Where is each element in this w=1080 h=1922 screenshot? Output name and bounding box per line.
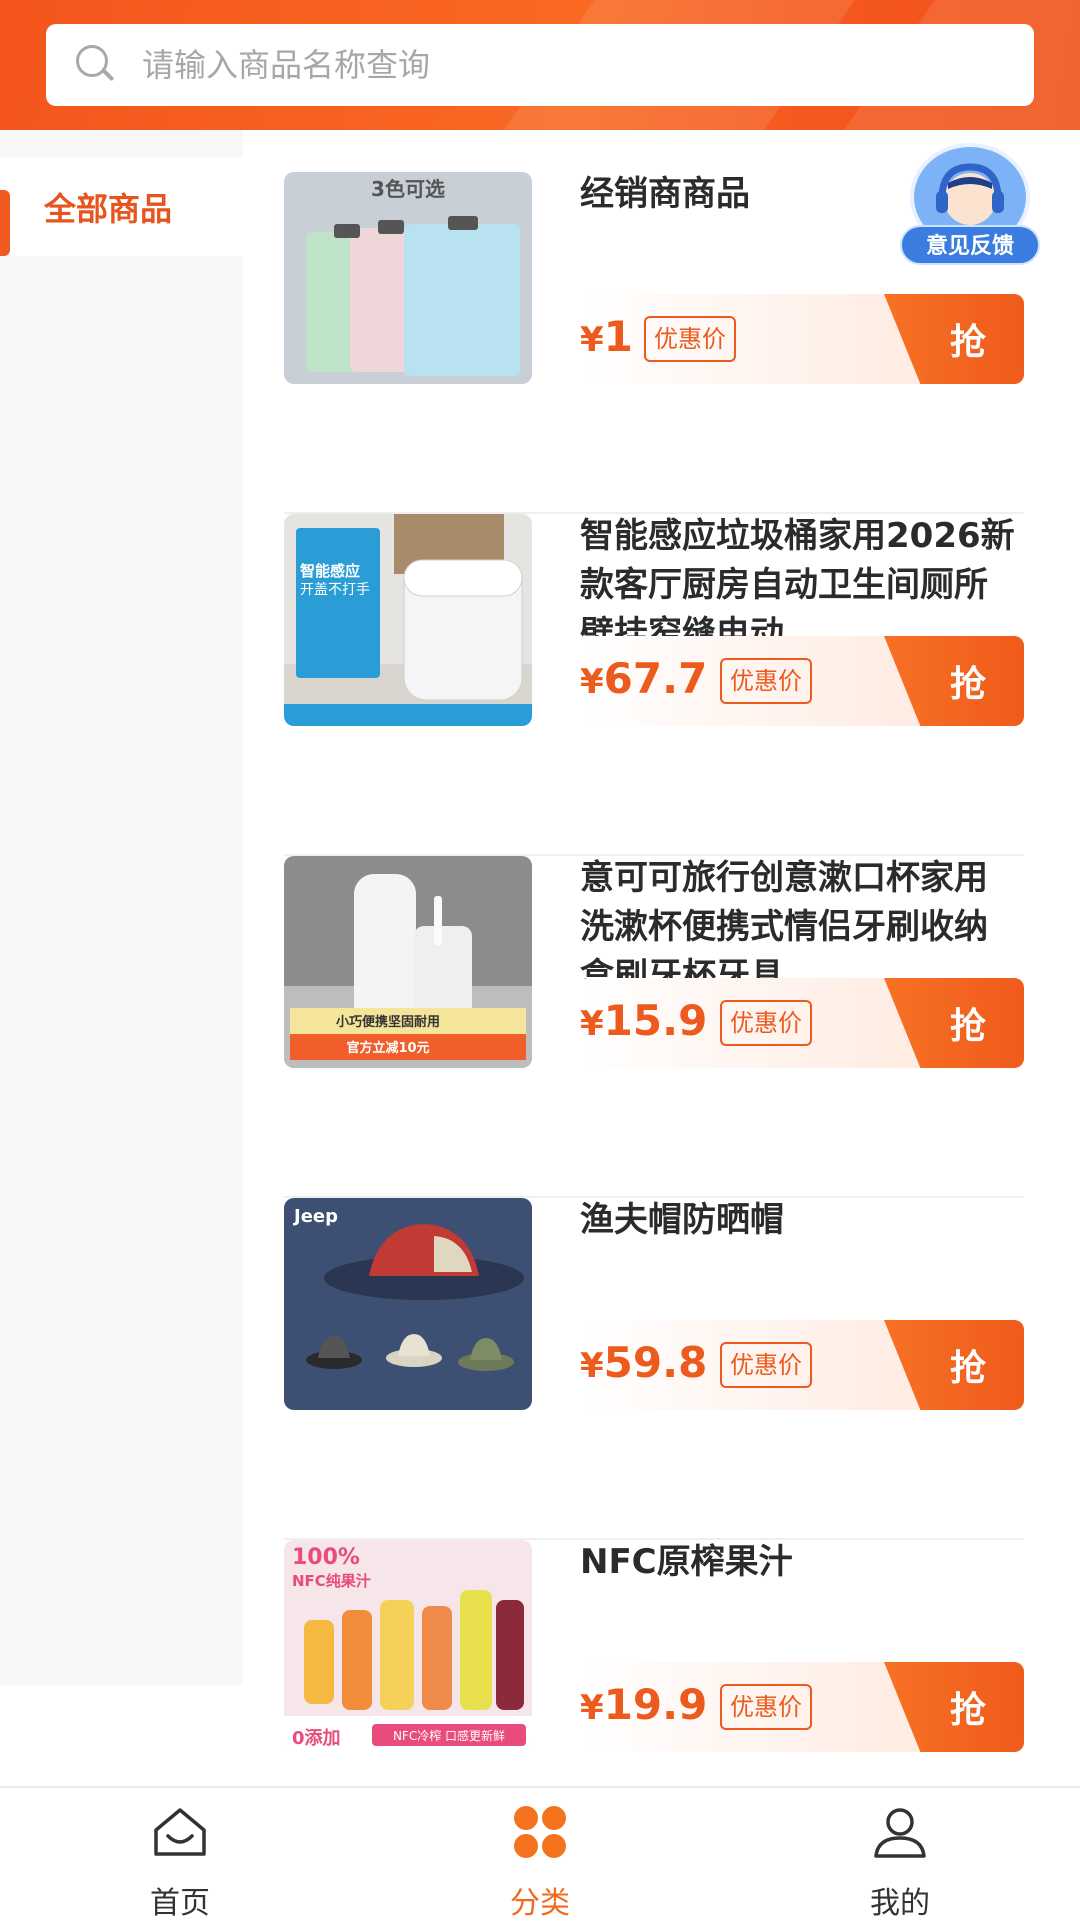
bottom-tab-bar: 首页 分类 我的 <box>0 1786 1080 1922</box>
sidebar-item-all-products[interactable]: 全部商品 <box>0 158 243 256</box>
discount-badge: 优惠价 <box>644 316 736 362</box>
grab-button[interactable]: 抢 <box>884 1320 1024 1410</box>
tab-label: 我的 <box>870 1886 930 1921</box>
tab-category[interactable]: 分类 <box>420 1788 660 1922</box>
sidebar-item-label: 全部商品 <box>44 190 173 228</box>
thumb-caption: NFC纯果汁 <box>292 1572 371 1590</box>
product-image[interactable]: 小巧便携坚固耐用 官方立减10元 <box>284 856 532 1068</box>
feedback-button[interactable]: 意见反馈 <box>900 143 1040 265</box>
thumb-caption: 小巧便携坚固耐用 <box>336 1014 440 1030</box>
product-image[interactable]: 3色可选 <box>284 172 532 384</box>
product-price: ¥1 <box>580 312 633 361</box>
product-price: ¥15.9 <box>580 996 708 1045</box>
search-box[interactable] <box>46 24 1034 106</box>
search-input[interactable] <box>140 45 1004 85</box>
feedback-label: 意见反馈 <box>900 225 1040 265</box>
product-price: ¥59.8 <box>580 1338 708 1387</box>
user-icon <box>874 1808 926 1858</box>
product-price: ¥19.9 <box>580 1680 708 1729</box>
price-row: ¥1 优惠价 抢 <box>580 294 1024 384</box>
thumb-caption: 3色可选 <box>371 177 445 201</box>
thumb-caption: 智能感应 <box>300 562 360 580</box>
price-row: ¥15.9 优惠价 抢 <box>580 978 1024 1068</box>
product-image[interactable]: 智能感应 开盖不打手 <box>284 514 532 726</box>
tab-label: 首页 <box>150 1886 210 1921</box>
discount-badge: 优惠价 <box>720 1684 812 1730</box>
list-item[interactable]: Jeep 渔夫帽防晒帽 ¥59.8 优惠价 抢 <box>284 1198 1024 1540</box>
grab-button[interactable]: 抢 <box>884 636 1024 726</box>
category-sidebar: 全部商品 <box>0 130 243 1685</box>
tab-home[interactable]: 首页 <box>60 1788 300 1922</box>
price-row: ¥67.7 优惠价 抢 <box>580 636 1024 726</box>
list-item[interactable]: 小巧便携坚固耐用 官方立减10元 意可可旅行创意漱口杯家用洗漱杯便携式情侣牙刷收… <box>284 856 1024 1198</box>
grab-button[interactable]: 抢 <box>884 978 1024 1068</box>
thumb-caption: NFC冷榨 口感更新鲜 <box>393 1728 505 1743</box>
thumb-caption: 100% <box>292 1545 360 1570</box>
thumb-caption: 开盖不打手 <box>300 581 370 598</box>
discount-badge: 优惠价 <box>720 658 812 704</box>
thumb-caption: Jeep <box>292 1206 338 1227</box>
thumb-caption: 0添加 <box>292 1727 341 1749</box>
search-icon <box>74 43 118 87</box>
tab-label: 分类 <box>510 1886 570 1921</box>
product-list: 3色可选 经销商商品 ¥1 优惠价 抢 智能感应 开盖不打手 智能感应垃圾桶家用… <box>284 172 1024 1882</box>
thumb-caption: 官方立减10元 <box>346 1040 429 1056</box>
list-item[interactable]: 智能感应 开盖不打手 智能感应垃圾桶家用2026新款客厅厨房自动卫生间厕所壁挂窄… <box>284 514 1024 856</box>
discount-badge: 优惠价 <box>720 1342 812 1388</box>
product-name[interactable]: NFC原榨果汁 <box>580 1538 1020 1587</box>
header-bar <box>0 0 1080 130</box>
product-price: ¥67.7 <box>580 654 708 703</box>
price-row: ¥59.8 优惠价 抢 <box>580 1320 1024 1410</box>
discount-badge: 优惠价 <box>720 1000 812 1046</box>
grab-button[interactable]: 抢 <box>884 294 1024 384</box>
tab-profile[interactable]: 我的 <box>780 1788 1020 1922</box>
price-row: ¥19.9 优惠价 抢 <box>580 1662 1024 1752</box>
home-icon <box>154 1808 206 1856</box>
category-icon <box>514 1806 566 1858</box>
product-name[interactable]: 渔夫帽防晒帽 <box>580 1196 1020 1245</box>
active-indicator <box>0 190 10 256</box>
grab-button[interactable]: 抢 <box>884 1662 1024 1752</box>
product-image[interactable]: 100% NFC纯果汁 0添加 NFC冷榨 口感更新鲜 <box>284 1540 532 1752</box>
product-image[interactable]: Jeep <box>284 1198 532 1410</box>
